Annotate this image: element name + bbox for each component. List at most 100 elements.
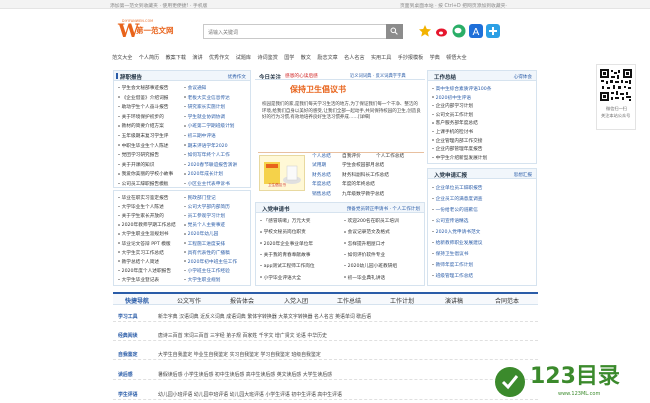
list-item[interactable]: 公司员工辞职报告模板 (118, 181, 168, 187)
top-bar-left-text[interactable]: 添加第一范文到收藏夹 · 使用更便捷! · 手机版 (110, 2, 207, 9)
list-item[interactable]: 班级管理工作总结 (432, 273, 473, 279)
panel-more-link[interactable]: 优秀作文 (228, 74, 246, 80)
list-item[interactable]: 2020年教师学期工作总结 (118, 222, 176, 228)
panel-title[interactable]: 辞职报告 (120, 73, 142, 81)
nav-item[interactable]: 个人简历 (139, 55, 159, 61)
list-item[interactable]: 大学生实习工作总结 (118, 250, 164, 256)
list-item[interactable]: 大学生职业生涯规划书 (118, 231, 168, 237)
tab-party[interactable]: 入党入团 (284, 296, 308, 305)
list-item[interactable]: 大学生毕业登记表 (118, 277, 159, 283)
list-item[interactable]: 财务总结 (312, 172, 331, 178)
list-item[interactable]: 年度总结 (312, 181, 331, 187)
list-item[interactable]: 研究家长实施计划 (184, 104, 225, 110)
nav-item[interactable]: 手抄报模板 (398, 55, 423, 61)
list-item[interactable]: 企业员工的满意度调查 (432, 196, 482, 202)
list-item[interactable]: 五年级期末复习学生评 (118, 133, 168, 139)
list-item[interactable]: 如何评价软件专业 (344, 252, 385, 258)
list-item[interactable]: 学生会文秘部事迹报告 (118, 85, 168, 91)
headline[interactable]: 保持卫生倡议书 (290, 84, 346, 95)
list-item[interactable]: 大学毕业生个人陈述 (118, 204, 164, 210)
category-links[interactable]: 幼儿园小班评语 幼儿园中班评语 幼儿园大班评语 小学生评语 初中生评语 高中生评… (158, 391, 342, 398)
list-item[interactable]: 怎样提升租屋口才 (344, 241, 385, 247)
list-item[interactable]: 年度的年终总结 (342, 181, 375, 187)
list-item[interactable]: 初一毕业典礼讲话 (344, 275, 385, 281)
list-item[interactable]: 给新教师职业发展建议 (432, 240, 482, 246)
nav-item[interactable]: 名人名言 (344, 55, 364, 61)
list-item[interactable]: 九年级数学教学总结 (342, 191, 384, 197)
panel-title[interactable]: 入党申请汇报 (434, 171, 467, 179)
list-item[interactable]: 企业内部管理年度报告 (432, 146, 482, 152)
list-item[interactable]: 2020初中生评语 (432, 95, 471, 101)
tab-reports[interactable]: 报告体会 (230, 296, 254, 305)
list-item[interactable]: 试用期 (312, 162, 326, 168)
list-item[interactable]: 「感冒咳嗽」万元大奖 (260, 218, 310, 224)
list-item[interactable]: 学生会校园部月总结 (342, 162, 384, 168)
list-item[interactable]: 公司大学部内部简历 (184, 204, 230, 210)
panel-more-link[interactable]: 心得体会 (514, 74, 532, 80)
top-bar-right-text[interactable]: 页面到桌面本站 · 按 Ctrl+D 把网页添加到收藏夹· (400, 2, 507, 9)
category-label[interactable]: 自我鉴定 (118, 351, 138, 358)
nav-item[interactable]: 国学 (284, 55, 294, 61)
panel-more-link[interactable]: 预备党员转正申请书 · 个人工作计划 (347, 206, 420, 212)
list-item[interactable]: 党员个人主要事迹 (184, 222, 225, 228)
nav-item[interactable]: 诗词鉴赏 (257, 55, 277, 61)
list-item[interactable]: 工程施工进度安排 (184, 241, 225, 247)
wechat-icon[interactable] (452, 24, 466, 38)
list-item[interactable]: 上课手机的检讨书 (432, 129, 473, 135)
list-item[interactable]: 教学总结个人简述 (118, 259, 159, 265)
list-item[interactable]: 一份给老公的道歉信 (432, 207, 478, 213)
list-item[interactable]: 老板大实业信息传达 (184, 95, 230, 101)
list-item[interactable]: 我爱你美丽的学校小故事 (118, 171, 173, 177)
category-label[interactable]: 读后感 (118, 371, 133, 378)
list-item[interactable]: 党团学习研究报告 (118, 152, 159, 158)
nav-item[interactable]: 试题库 (236, 55, 251, 61)
category-links[interactable]: 暑假读后感 小学生读后感 初中生读后感 高中生读后感 英文读后感 大学生读后感 (158, 371, 332, 378)
list-item[interactable]: 2020年初中班主任工作 (184, 259, 237, 265)
list-item[interactable]: 企业单位员工辞职报告 (432, 185, 482, 191)
tab-work-plan[interactable]: 工作计划 (390, 296, 414, 305)
tab-quick-nav[interactable]: 快捷导航 (125, 296, 149, 305)
category-links[interactable]: 新华字典 汉语词典 近反义词典 成语词典 繁体字转换器 大篆文字转换器 名人名言… (158, 313, 371, 320)
panel-title[interactable]: 工作总结 (434, 73, 456, 81)
category-label[interactable]: 学习工具 (118, 313, 138, 320)
nav-item[interactable]: 范文大全 (112, 55, 132, 61)
qzone-icon[interactable]: A (469, 24, 483, 38)
list-item[interactable]: 关于我的青春奉献故事 (260, 252, 310, 258)
nav-item[interactable]: 顿悟大全 (446, 55, 466, 61)
list-item[interactable]: 中学生介绍新型发展计划 (432, 155, 487, 161)
list-item[interactable]: 小学班主任工作经验 (184, 268, 230, 274)
list-item[interactable]: 小区业主代表申诉书 (184, 181, 230, 187)
list-item[interactable]: 公司文员工作计划 (432, 112, 473, 118)
category-links[interactable]: 大学生自我鉴定 毕业生自我鉴定 实习自我鉴定 学习自我鉴定 班级自我鉴定 (158, 351, 321, 358)
list-item[interactable]: 期末评语学年2020 (184, 143, 228, 149)
search-input[interactable]: 请输入关键词 (208, 29, 238, 36)
tab-contract[interactable]: 合同范本 (495, 296, 519, 305)
list-item[interactable]: 2020春节联谊报告演讲 (184, 162, 237, 168)
star-icon[interactable] (418, 24, 432, 38)
panel-more-link[interactable]: 思想汇报 (514, 172, 532, 178)
list-item[interactable]: 如何写年终个人工作 (184, 152, 230, 158)
category-links[interactable]: 唐诗三百首 宋词三百首 三字经 弟子规 百家姓 千字文 增广贤文 论语 中华历史 (158, 332, 327, 339)
list-item[interactable]: 个人工作总结 (376, 153, 404, 159)
list-item[interactable]: 2020年企业事业单位年 (260, 241, 313, 247)
weibo-icon[interactable] (435, 24, 449, 38)
list-item[interactable]: 公司宣传语精选 (432, 218, 468, 224)
list-item[interactable]: 助动学生个人奋斗报告 (118, 104, 168, 110)
list-item[interactable]: 教材的简要介绍方案 (118, 123, 164, 129)
list-item[interactable]: 2020入党申请书范文 (432, 229, 480, 235)
list-item[interactable]: 2020年度个人述职报告 (118, 268, 171, 274)
list-item[interactable]: 初三期中评语 (184, 133, 216, 139)
list-item[interactable]: 财务科副科长工作总结 (342, 172, 389, 178)
list-item[interactable]: 员工参观学习计划 (184, 213, 225, 219)
list-item[interactable]: 2020幼儿园小班教研组 (344, 263, 397, 269)
list-item[interactable]: 2020年幼儿园 (184, 231, 218, 237)
list-item[interactable]: 高中生综合素质评语100条 (432, 86, 491, 92)
list-item[interactable]: 小学毕业评语大全 (260, 275, 301, 281)
list-item[interactable]: 教师年度工作计划 (432, 262, 473, 268)
list-item[interactable]: 会议通知 (184, 85, 206, 91)
tab-speech[interactable]: 演讲稿 (445, 296, 463, 305)
nav-item[interactable]: 演讲 (192, 55, 202, 61)
list-item[interactable]: 保持卫生倡议书 (432, 251, 468, 257)
list-item[interactable]: 会议记录范文及格式 (344, 229, 390, 235)
panel-title[interactable]: 入党申请书 (262, 205, 290, 213)
